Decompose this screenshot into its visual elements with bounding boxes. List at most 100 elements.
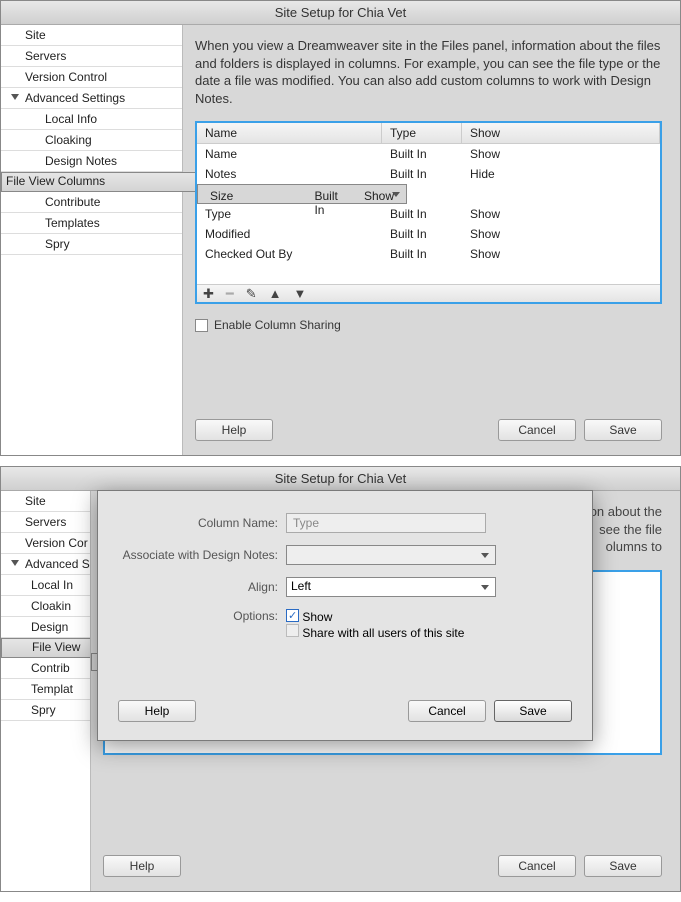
- table-row[interactable]: TypeBuilt InShow: [197, 204, 660, 224]
- table-row[interactable]: NotesBuilt InHide: [197, 164, 660, 184]
- cell-name: Size: [202, 186, 306, 202]
- associate-select[interactable]: [286, 545, 496, 565]
- cell-name: Notes: [197, 164, 382, 184]
- cell-type: Built In: [306, 186, 356, 202]
- sidebar-item-advanced-settings[interactable]: Advanced S: [1, 554, 90, 575]
- sidebar-item-spry[interactable]: Spry: [1, 700, 90, 721]
- cell-type: Built In: [382, 204, 462, 224]
- cell-type: Built In: [382, 164, 462, 184]
- window-title: Site Setup for Chia Vet: [1, 467, 680, 491]
- associate-label: Associate with Design Notes:: [118, 548, 286, 562]
- sidebar-item-label: Advanced S: [25, 557, 90, 571]
- table-toolbar: ✚ ━ ✎ ▲ ▼: [197, 284, 660, 302]
- share-label: Share with all users of this site: [302, 626, 464, 640]
- enable-sharing-label: Enable Column Sharing: [214, 318, 341, 332]
- column-name-label: Column Name:: [118, 516, 286, 530]
- sidebar-item-servers[interactable]: Servers: [1, 46, 182, 67]
- cancel-button[interactable]: Cancel: [408, 700, 486, 722]
- align-select[interactable]: Left: [286, 577, 496, 597]
- enable-sharing-row[interactable]: Enable Column Sharing: [195, 318, 662, 332]
- sidebar-item-templates[interactable]: Templat: [1, 679, 90, 700]
- help-button[interactable]: Help: [195, 419, 273, 441]
- sidebar-item-version-control[interactable]: Version Control: [1, 67, 182, 88]
- share-option-row: Share with all users of this site: [286, 624, 464, 640]
- cancel-button[interactable]: Cancel: [498, 419, 576, 441]
- dialog-button-bar: Help Cancel Save: [118, 700, 572, 722]
- sidebar-item-site[interactable]: Site: [1, 25, 182, 46]
- remove-icon[interactable]: ━: [226, 287, 234, 300]
- table-row[interactable]: ModifiedBuilt InShow: [197, 224, 660, 244]
- show-option-row[interactable]: Show: [286, 609, 464, 624]
- sidebar-item-file-view-columns[interactable]: File View Columns: [1, 172, 211, 192]
- content-panel: When you view a Dreamweaver site in the …: [183, 25, 680, 455]
- button-bar: Help Cancel Save: [195, 419, 662, 441]
- share-checkbox: [286, 624, 299, 637]
- save-button[interactable]: Save: [584, 419, 662, 441]
- disclosure-triangle-icon: [11, 94, 19, 100]
- save-button[interactable]: Save: [584, 855, 662, 877]
- sidebar-item-local-info[interactable]: Local In: [1, 575, 90, 596]
- cell-name: Name: [197, 144, 382, 164]
- sidebar-item-spry[interactable]: Spry: [1, 234, 182, 255]
- sidebar-item-design-notes[interactable]: Design: [1, 617, 90, 638]
- sidebar-item-file-view-columns[interactable]: File View: [1, 638, 91, 658]
- site-setup-window: Site Setup for Chia Vet Site Servers Ver…: [0, 0, 681, 456]
- sidebar-item-contribute[interactable]: Contribute: [1, 192, 182, 213]
- cell-type: Built In: [382, 224, 462, 244]
- sidebar-item-design-notes[interactable]: Design Notes: [1, 151, 182, 172]
- sidebar-item-contribute[interactable]: Contrib: [1, 658, 90, 679]
- help-button[interactable]: Help: [118, 700, 196, 722]
- cell-show: Show: [462, 144, 660, 164]
- cell-show: Show: [462, 204, 660, 224]
- sidebar-item-local-info[interactable]: Local Info: [1, 109, 182, 130]
- table-body: NameBuilt InShow NotesBuilt InHide SizeB…: [197, 144, 660, 284]
- description-text: When you view a Dreamweaver site in the …: [195, 37, 662, 107]
- move-down-icon[interactable]: ▼: [294, 287, 307, 300]
- category-sidebar: Site Servers Version Control Advanced Se…: [1, 25, 183, 455]
- sidebar-item-servers[interactable]: Servers: [1, 512, 90, 533]
- header-show[interactable]: Show: [462, 123, 660, 143]
- edit-icon[interactable]: ✎: [246, 287, 257, 300]
- cell-name: Checked Out By: [197, 244, 382, 264]
- table-header-row: Name Type Show: [197, 123, 660, 144]
- cancel-button[interactable]: Cancel: [498, 855, 576, 877]
- cell-show: Show: [462, 244, 660, 264]
- cell-show: Show: [462, 224, 660, 244]
- show-checkbox[interactable]: [286, 609, 299, 622]
- sidebar-item-version-control[interactable]: Version Cor: [1, 533, 90, 554]
- cell-show: Hide: [462, 164, 660, 184]
- cell-type: Built In: [382, 244, 462, 264]
- show-label: Show: [302, 610, 332, 624]
- header-name[interactable]: Name: [197, 123, 382, 143]
- disclosure-triangle-icon: [11, 560, 19, 566]
- site-setup-window: Site Setup for Chia Vet Site Servers Ver…: [0, 466, 681, 892]
- cell-name: Modified: [197, 224, 382, 244]
- cell-type: Built In: [382, 144, 462, 164]
- enable-sharing-checkbox[interactable]: [195, 319, 208, 332]
- help-button[interactable]: Help: [103, 855, 181, 877]
- sidebar-item-advanced-settings[interactable]: Advanced Settings: [1, 88, 182, 109]
- cell-show: Show: [356, 186, 402, 202]
- window-title: Site Setup for Chia Vet: [1, 1, 680, 25]
- columns-table: Name Type Show NameBuilt InShow NotesBui…: [195, 121, 662, 304]
- table-row[interactable]: NameBuilt InShow: [197, 144, 660, 164]
- column-name-field[interactable]: Type: [286, 513, 486, 533]
- align-value: Left: [291, 579, 311, 593]
- options-label: Options:: [118, 609, 286, 623]
- table-row[interactable]: Checked Out ByBuilt InShow: [197, 244, 660, 264]
- button-bar: Help Cancel Save: [103, 855, 662, 877]
- move-up-icon[interactable]: ▲: [269, 287, 282, 300]
- save-button[interactable]: Save: [494, 700, 572, 722]
- header-type[interactable]: Type: [382, 123, 462, 143]
- sidebar-item-templates[interactable]: Templates: [1, 213, 182, 234]
- sidebar-item-site[interactable]: Site: [1, 491, 90, 512]
- align-label: Align:: [118, 580, 286, 594]
- cell-name: Type: [197, 204, 382, 224]
- sidebar-item-label: Advanced Settings: [25, 91, 125, 105]
- add-icon[interactable]: ✚: [203, 287, 214, 300]
- table-row[interactable]: SizeBuilt InShow: [197, 184, 407, 204]
- sidebar-item-cloaking[interactable]: Cloaking: [1, 130, 182, 151]
- sidebar-item-cloaking[interactable]: Cloakin: [1, 596, 90, 617]
- column-edit-dialog: Column Name: Type Associate with Design …: [97, 490, 593, 741]
- category-sidebar: Site Servers Version Cor Advanced S Loca…: [1, 491, 91, 891]
